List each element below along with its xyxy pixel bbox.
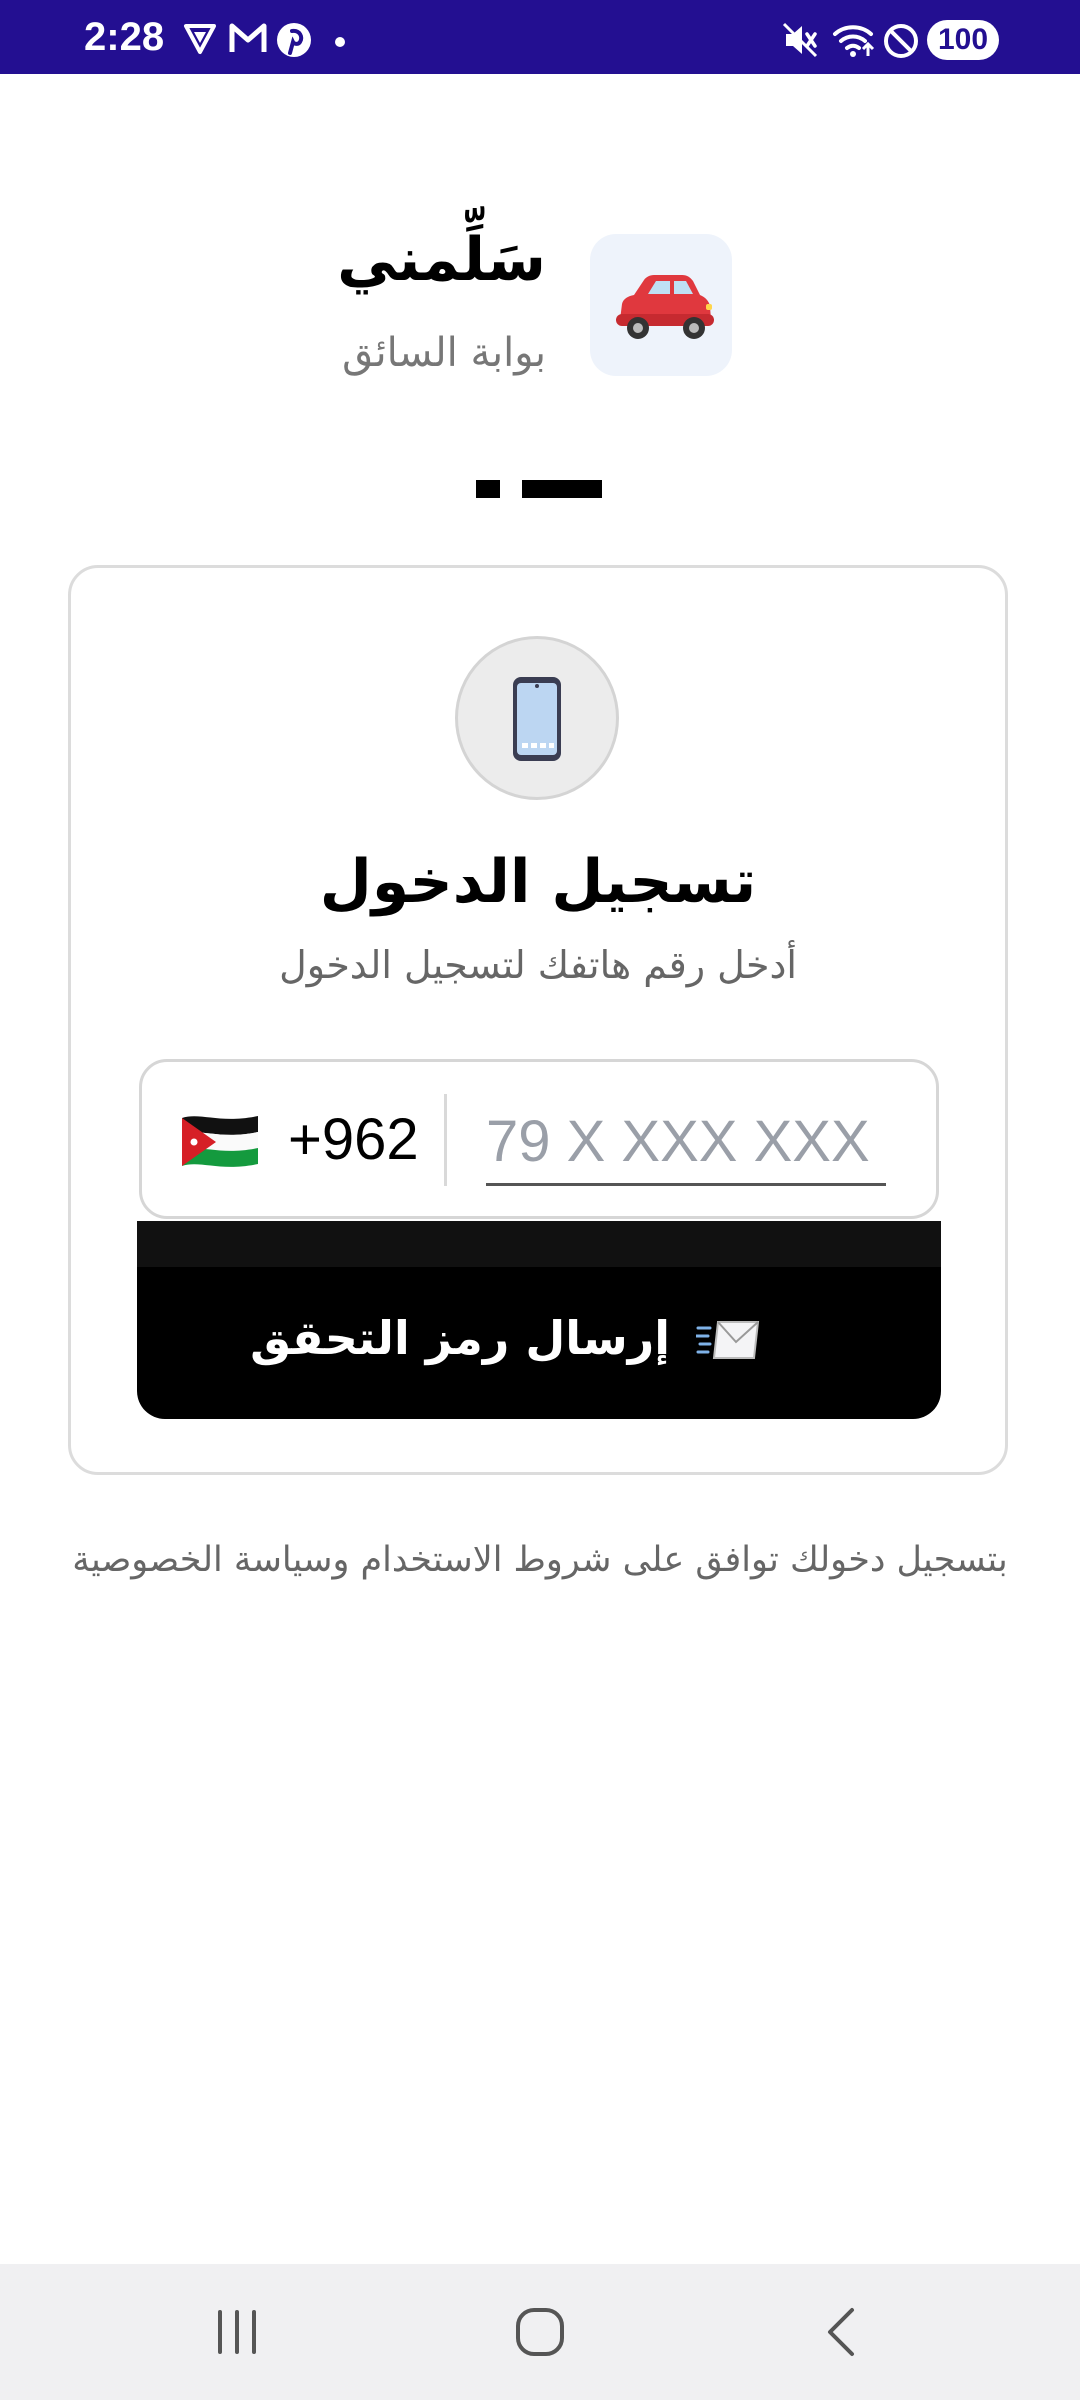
vpn-shield-icon <box>184 24 216 54</box>
country-code[interactable]: +962 <box>288 1108 419 1172</box>
envelope-icon <box>696 1321 760 1359</box>
battery-icon: 100 <box>927 20 999 60</box>
app-logo <box>590 234 732 376</box>
app-name: سَلِّمني <box>337 225 546 295</box>
jordan-flag-icon[interactable] <box>180 1112 260 1170</box>
system-nav-bar <box>0 2264 1080 2400</box>
field-divider <box>444 1094 447 1186</box>
gmail-icon <box>229 23 267 52</box>
mobile-phone-icon <box>513 677 561 761</box>
login-title: تسجيل الدخول <box>319 847 757 917</box>
pinterest-icon <box>277 23 311 57</box>
phone-icon-circle <box>455 636 619 800</box>
app-subtitle: بوابة السائق <box>342 330 546 376</box>
back-icon[interactable] <box>822 2306 862 2358</box>
notification-dot-icon <box>335 37 345 47</box>
terms-text: بتسجيل دخولك توافق على شروط الاستخدام وس… <box>72 1540 1008 1580</box>
recent-apps-icon[interactable] <box>212 2308 262 2356</box>
home-icon[interactable] <box>514 2306 566 2358</box>
do-not-disturb-icon <box>884 24 918 58</box>
button-top-strip <box>137 1221 941 1267</box>
login-subtitle: أدخل رقم هاتفك لتسجيل الدخول <box>279 943 797 987</box>
car-icon <box>616 275 714 339</box>
progress-step-indicator-2-active <box>522 480 602 498</box>
status-time: 2:28 <box>84 15 165 59</box>
send-button-label: إرسال رمز التحقق <box>250 1311 670 1365</box>
phone-number-input[interactable] <box>486 1100 886 1186</box>
progress-step-indicator-1 <box>476 480 500 498</box>
wifi-icon <box>833 25 875 57</box>
status-bar: 2:28 100 <box>0 0 1080 74</box>
mute-icon <box>782 22 818 58</box>
battery-level: 100 <box>937 23 989 56</box>
